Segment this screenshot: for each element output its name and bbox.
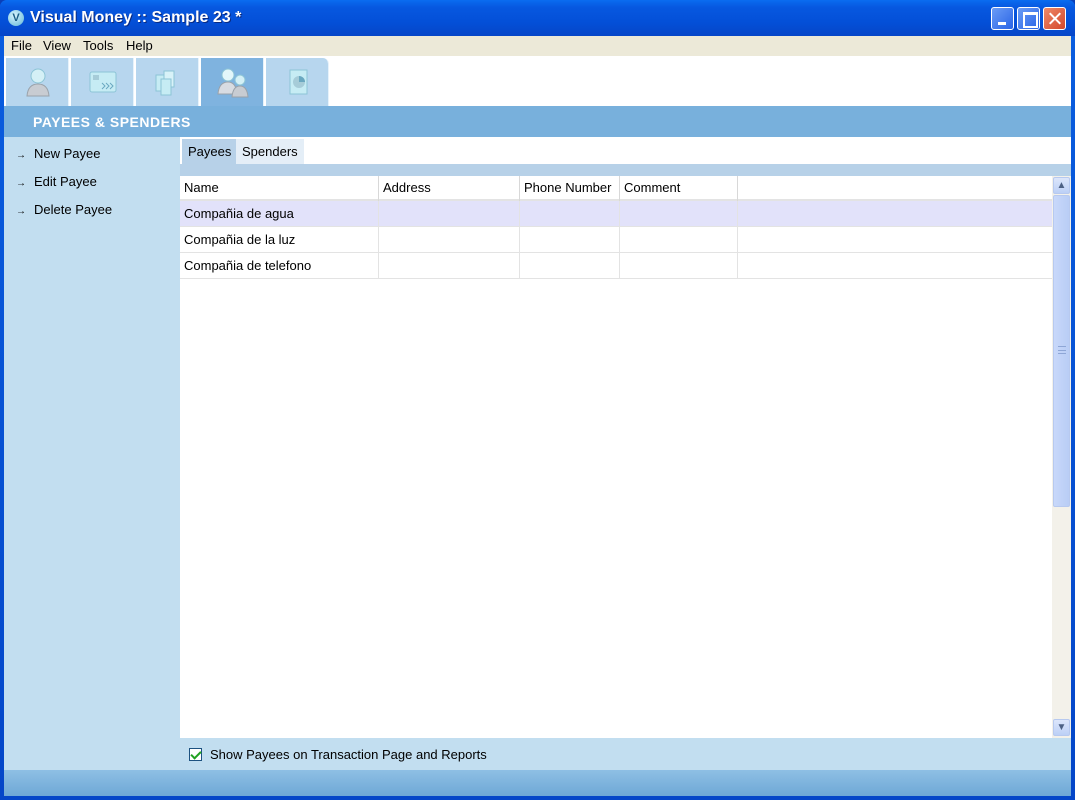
cell-address: [379, 253, 520, 278]
tab-spenders[interactable]: Spenders: [236, 139, 304, 164]
documents-icon: [155, 70, 175, 96]
minimize-button[interactable]: [991, 7, 1014, 30]
column-header-filler: [738, 176, 1052, 201]
maximize-button[interactable]: [1017, 7, 1040, 30]
cell-name: Compañia de telefono: [180, 253, 379, 278]
show-payees-checkbox[interactable]: [189, 748, 202, 761]
app-logo-icon: V: [8, 10, 24, 26]
table-row[interactable]: Compañia de telefono: [180, 253, 1052, 279]
tool-tab-reports[interactable]: [266, 58, 329, 106]
column-header-address[interactable]: Address: [379, 176, 520, 201]
cell-comment: [620, 201, 738, 226]
grid-header: Name Address Phone Number Comment: [180, 176, 1052, 201]
tab-payees[interactable]: Payees: [182, 139, 238, 164]
cell-address: [379, 227, 520, 252]
scroll-thumb[interactable]: [1053, 195, 1070, 507]
tool-tab-categories[interactable]: [136, 58, 199, 106]
person-icon: [26, 68, 50, 97]
cell-comment: [620, 253, 738, 278]
tab-strip: Payees Spenders: [180, 137, 1071, 164]
edit-payee-link[interactable]: → Edit Payee: [16, 174, 97, 189]
show-payees-label[interactable]: Show Payees on Transaction Page and Repo…: [210, 747, 487, 762]
cell-phone: [520, 253, 620, 278]
cell-phone: [520, 201, 620, 226]
new-payee-link[interactable]: → New Payee: [16, 146, 100, 161]
new-payee-label: New Payee: [34, 146, 101, 161]
task-sidebar: → New Payee → Edit Payee → Delete Payee: [4, 137, 180, 770]
menu-tools[interactable]: Tools: [83, 38, 113, 53]
app-window: V Visual Money :: Sample 23 * File View …: [0, 0, 1075, 800]
payees-people-icon: [217, 68, 249, 98]
main-panel: Payees Spenders Name Address Phone Numbe…: [180, 137, 1071, 770]
scroll-up-button[interactable]: ▲: [1053, 177, 1070, 194]
menu-help[interactable]: Help: [126, 38, 153, 53]
arrow-right-icon: →: [16, 206, 26, 217]
table-row[interactable]: Compañia de agua: [180, 201, 1052, 227]
column-header-name[interactable]: Name: [180, 176, 379, 201]
card-transfer-icon: [89, 71, 117, 93]
status-bar: [4, 770, 1071, 796]
window-title: Visual Money :: Sample 23 *: [30, 9, 242, 26]
close-button[interactable]: [1043, 7, 1066, 30]
delete-payee-link[interactable]: → Delete Payee: [16, 202, 112, 217]
cell-name: Compañia de la luz: [180, 227, 379, 252]
cell-phone: [520, 227, 620, 252]
grid-footer: Show Payees on Transaction Page and Repo…: [180, 738, 1071, 770]
menu-bar: File View Tools Help: [4, 36, 1071, 56]
tool-tab-transactions[interactable]: [71, 58, 134, 106]
arrow-right-icon: →: [16, 178, 26, 189]
report-chart-icon: [289, 69, 308, 95]
cell-comment: [620, 227, 738, 252]
title-bar[interactable]: V Visual Money :: Sample 23 *: [0, 0, 1075, 36]
table-row[interactable]: Compañia de la luz: [180, 227, 1052, 253]
column-header-comment[interactable]: Comment: [620, 176, 738, 201]
section-title: PAYEES & SPENDERS: [33, 114, 191, 130]
column-header-phone[interactable]: Phone Number: [520, 176, 620, 201]
client-area: File View Tools Help PAYEES & SPENDERS →…: [4, 36, 1071, 796]
scroll-down-button[interactable]: ▼: [1053, 719, 1070, 736]
cell-name: Compañia de agua: [180, 201, 379, 226]
menu-file[interactable]: File: [11, 38, 32, 53]
tab-underline: [180, 164, 1071, 176]
tool-tab-payees[interactable]: [201, 58, 264, 106]
arrow-right-icon: →: [16, 150, 26, 161]
delete-payee-label: Delete Payee: [34, 202, 113, 217]
menu-view[interactable]: View: [43, 38, 71, 53]
cell-address: [379, 201, 520, 226]
grip-icon: [1058, 346, 1066, 354]
vertical-scrollbar[interactable]: ▲ ▼: [1052, 176, 1071, 738]
payees-grid: Name Address Phone Number Comment Compañ…: [180, 176, 1071, 738]
module-toolbar: [4, 56, 1071, 106]
tool-tab-accounts[interactable]: [6, 58, 69, 106]
section-header: PAYEES & SPENDERS: [4, 106, 1071, 137]
edit-payee-label: Edit Payee: [34, 174, 97, 189]
